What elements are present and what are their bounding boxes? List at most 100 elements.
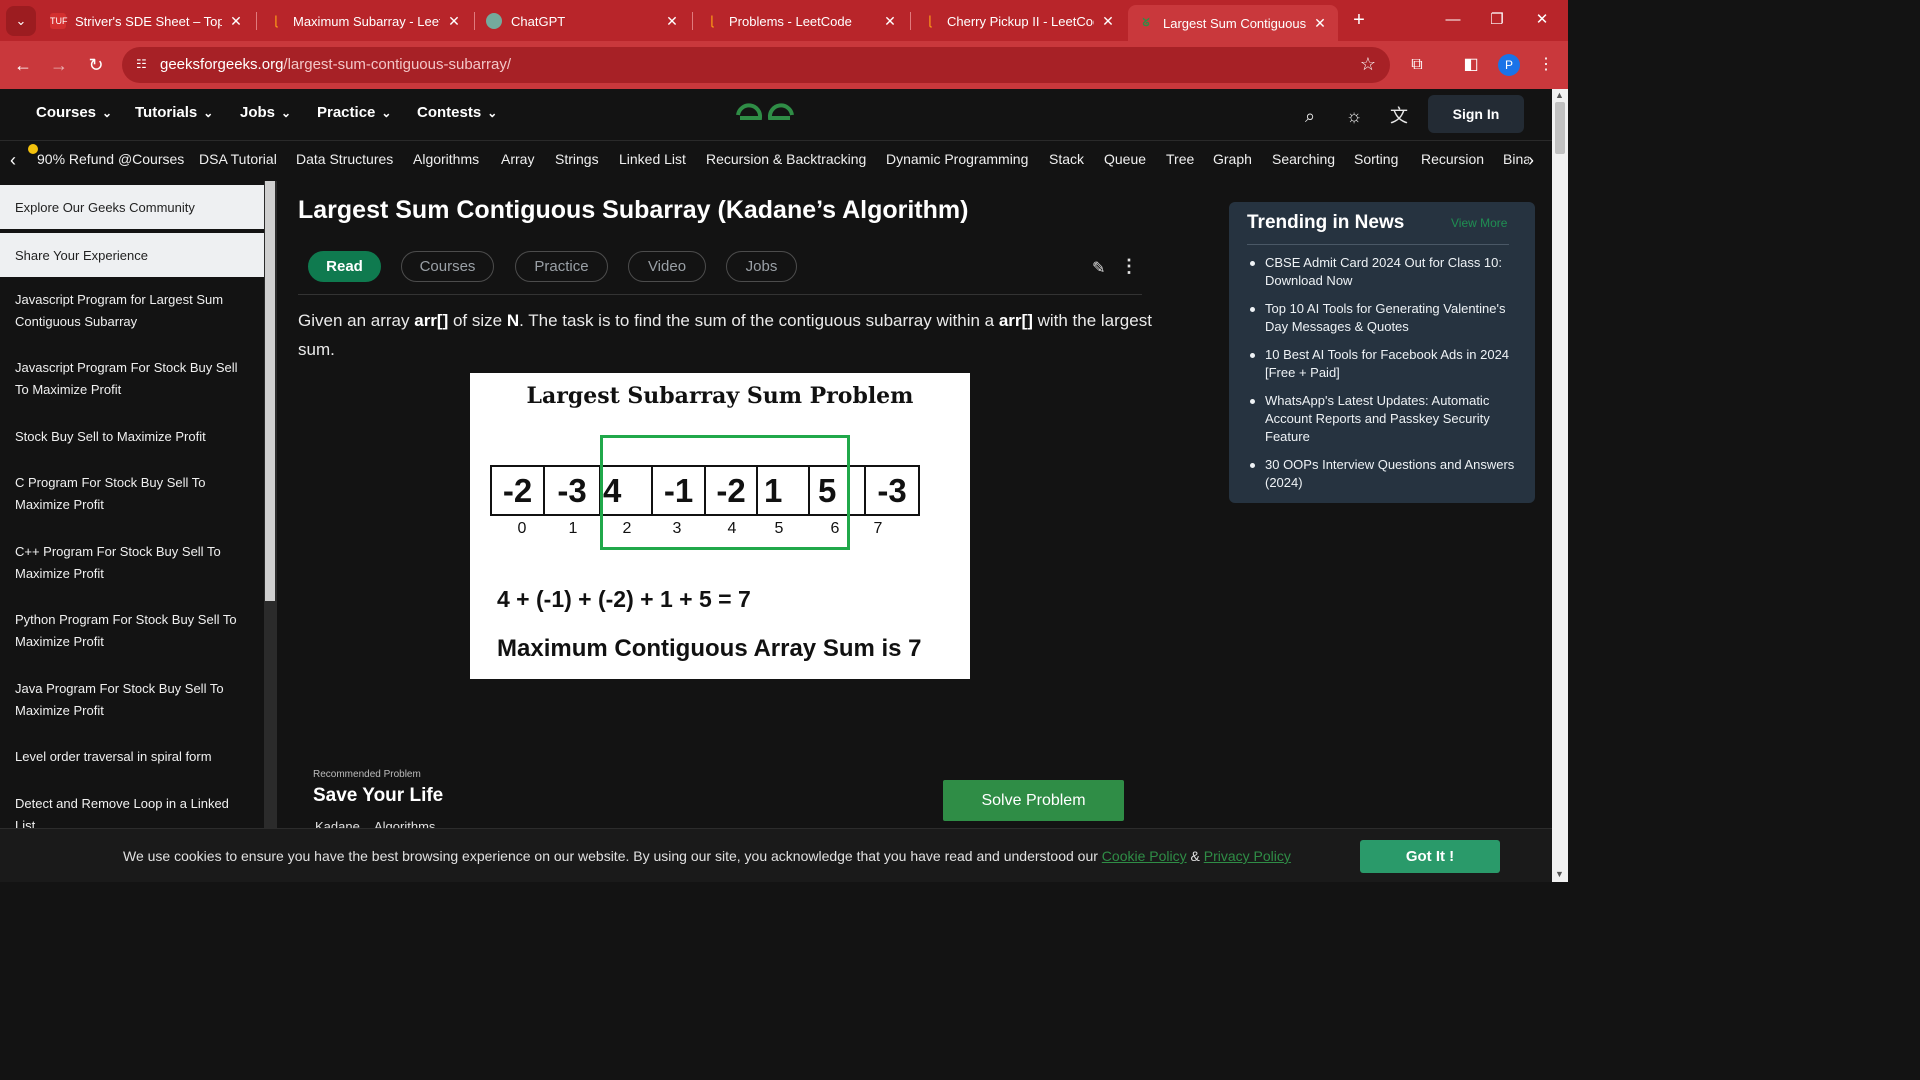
more-menu-icon[interactable]: ⋮ xyxy=(1534,53,1558,77)
sidebar-item[interactable]: Level order traversal in spiral form xyxy=(15,746,250,768)
tab-largest-sum[interactable]: ᘜ Largest Sum Contiguous Su ✕ xyxy=(1128,5,1338,41)
scroll-down-arrow-icon[interactable]: ▼ xyxy=(1555,869,1564,879)
news-item[interactable]: 30 OOPs Interview Questions and Answers … xyxy=(1250,456,1515,492)
forward-icon[interactable]: → xyxy=(46,52,72,78)
menu-courses[interactable]: Courses ⌄ xyxy=(36,104,112,121)
cookie-message: We use cookies to ensure you have the be… xyxy=(123,848,1291,864)
sign-in-button[interactable]: Sign In xyxy=(1428,95,1524,133)
accept-cookies-button[interactable]: Got It ! xyxy=(1360,840,1500,873)
close-icon[interactable]: ✕ xyxy=(664,13,680,30)
tab-cherry-pickup[interactable]: ɭ Cherry Pickup II - LeetCode ✕ xyxy=(912,5,1126,37)
tab-strivers-sheet[interactable]: TUF Striver's SDE Sheet – Top C ✕ xyxy=(40,5,254,37)
chevron-left-icon[interactable]: ‹ xyxy=(10,150,16,171)
topic-data-structures[interactable]: Data Structures xyxy=(296,151,393,167)
minimize-icon[interactable]: — xyxy=(1441,8,1465,32)
array-index: 0 xyxy=(517,520,527,537)
topic-binary[interactable]: Bina xyxy=(1503,151,1529,167)
close-icon[interactable]: ✕ xyxy=(882,13,898,30)
news-item[interactable]: WhatsApp's Latest Updates: Automatic Acc… xyxy=(1250,392,1515,446)
topic-sorting[interactable]: Sorting xyxy=(1354,151,1398,167)
news-item[interactable]: 10 Best AI Tools for Facebook Ads in 202… xyxy=(1250,346,1515,382)
restore-icon[interactable]: ❐ xyxy=(1485,8,1509,32)
chevron-down-icon: ⌄ xyxy=(487,106,498,120)
topic-graph[interactable]: Graph xyxy=(1213,151,1252,167)
url-field[interactable]: ☷ geeksforgeeks.org/largest-sum-contiguo… xyxy=(122,47,1390,83)
news-item[interactable]: CBSE Admit Card 2024 Out for Class 10: D… xyxy=(1250,254,1515,290)
topic-linked-list[interactable]: Linked List xyxy=(619,151,686,167)
topic-dynamic-programming[interactable]: Dynamic Programming xyxy=(886,151,1028,167)
tab-chatgpt[interactable]: ChatGPT ✕ xyxy=(476,5,690,37)
view-more-link[interactable]: View More xyxy=(1451,216,1507,230)
tab-jobs[interactable]: Jobs xyxy=(726,251,797,282)
share-experience-link[interactable]: Share Your Experience xyxy=(0,233,264,277)
illustration-figure: Largest Subarray Sum Problem -2 -3 4 -1 … xyxy=(470,373,970,679)
tab-courses[interactable]: Courses xyxy=(401,251,494,282)
menu-contests[interactable]: Contests ⌄ xyxy=(417,104,497,121)
topic-dsa-tutorial[interactable]: DSA Tutorial xyxy=(199,151,277,167)
extensions-icon[interactable]: ⧉ xyxy=(1405,53,1429,77)
window-close-icon[interactable]: ✕ xyxy=(1530,8,1554,32)
topic-tree[interactable]: Tree xyxy=(1166,151,1194,167)
sidebar-item[interactable]: C Program For Stock Buy Sell To Maximize… xyxy=(15,472,250,515)
topic-searching[interactable]: Searching xyxy=(1272,151,1335,167)
tab-problems-leetcode[interactable]: ɭ Problems - LeetCode ✕ xyxy=(694,5,908,37)
related-sidebar: Explore Our Geeks Community Share Your E… xyxy=(0,181,264,841)
sidebar-item[interactable]: Javascript Program For Stock Buy Sell To… xyxy=(15,357,250,400)
bookmark-star-icon[interactable]: ☆ xyxy=(1360,54,1376,75)
tab-video[interactable]: Video xyxy=(628,251,706,282)
close-icon[interactable]: ✕ xyxy=(1312,15,1328,32)
side-panel-icon[interactable]: ◧ xyxy=(1459,53,1483,77)
tab-read[interactable]: Read xyxy=(308,251,381,282)
sidebar-item[interactable]: Java Program For Stock Buy Sell To Maxim… xyxy=(15,678,250,721)
menu-tutorials[interactable]: Tutorials ⌄ xyxy=(135,104,213,121)
topic-recursion-backtracking[interactable]: Recursion & Backtracking xyxy=(706,151,866,167)
sidebar-item[interactable]: Stock Buy Sell to Maximize Profit xyxy=(15,426,250,448)
privacy-policy-link[interactable]: Privacy Policy xyxy=(1204,848,1291,864)
news-item[interactable]: Top 10 AI Tools for Generating Valentine… xyxy=(1250,300,1515,336)
translate-icon[interactable]: 文 xyxy=(1386,103,1412,129)
search-icon[interactable]: ⌕ xyxy=(1297,103,1323,129)
page-title: Largest Sum Contiguous Subarray (Kadane’… xyxy=(298,196,969,224)
back-icon[interactable]: ← xyxy=(10,52,36,78)
sidebar-item[interactable]: Python Program For Stock Buy Sell To Max… xyxy=(15,609,250,652)
menu-practice[interactable]: Practice ⌄ xyxy=(317,104,391,121)
close-icon[interactable]: ✕ xyxy=(446,13,462,30)
close-icon[interactable]: ✕ xyxy=(228,13,244,30)
topic-array[interactable]: Array xyxy=(501,151,534,167)
topic-stack[interactable]: Stack xyxy=(1049,151,1084,167)
topic-recursion[interactable]: Recursion xyxy=(1421,151,1484,167)
cookie-policy-link[interactable]: Cookie Policy xyxy=(1102,848,1187,864)
solve-problem-button[interactable]: Solve Problem xyxy=(943,780,1124,821)
close-icon[interactable]: ✕ xyxy=(1100,13,1116,30)
explore-community-link[interactable]: Explore Our Geeks Community xyxy=(0,185,264,229)
array-cell: -3 xyxy=(543,465,601,516)
topic-queue[interactable]: Queue xyxy=(1104,151,1146,167)
sidebar-scroll-thumb[interactable] xyxy=(265,181,275,601)
tab-practice[interactable]: Practice xyxy=(515,251,608,282)
sidebar-item[interactable]: C++ Program For Stock Buy Sell To Maximi… xyxy=(15,541,250,584)
gfg-logo[interactable] xyxy=(734,97,796,133)
topic-refund[interactable]: 90% Refund @Courses xyxy=(37,151,184,167)
chevron-down-icon: ⌄ xyxy=(381,106,392,120)
new-tab-button[interactable]: + xyxy=(1347,8,1371,32)
page-scrollbar[interactable] xyxy=(1552,89,1568,882)
reload-icon[interactable]: ↻ xyxy=(83,52,109,78)
array-cell: -3 xyxy=(864,465,920,516)
site-info-icon[interactable]: ☷ xyxy=(136,57,152,73)
tab-search-button[interactable]: ⌄ xyxy=(6,6,36,36)
topic-strings[interactable]: Strings xyxy=(555,151,599,167)
topic-algorithms[interactable]: Algorithms xyxy=(413,151,479,167)
tab-maximum-subarray[interactable]: ɭ Maximum Subarray - LeetC ✕ xyxy=(258,5,472,37)
page-scroll-thumb[interactable] xyxy=(1555,102,1565,154)
profile-avatar[interactable]: P xyxy=(1498,54,1520,76)
sidebar-item[interactable]: Javascript Program for Largest Sum Conti… xyxy=(15,289,250,332)
scroll-up-arrow-icon[interactable]: ▲ xyxy=(1555,90,1564,100)
figure-title: Largest Subarray Sum Problem xyxy=(526,383,914,409)
pencil-icon[interactable]: ✎ xyxy=(1092,258,1105,278)
more-options-icon[interactable]: ⋮ xyxy=(1120,256,1138,277)
chevron-right-icon[interactable]: › xyxy=(1528,150,1534,171)
theme-toggle-icon[interactable]: ☼ xyxy=(1341,103,1367,129)
menu-jobs[interactable]: Jobs ⌄ xyxy=(240,104,291,121)
recommended-title[interactable]: Save Your Life xyxy=(313,785,443,807)
cookie-banner: We use cookies to ensure you have the be… xyxy=(0,828,1552,882)
